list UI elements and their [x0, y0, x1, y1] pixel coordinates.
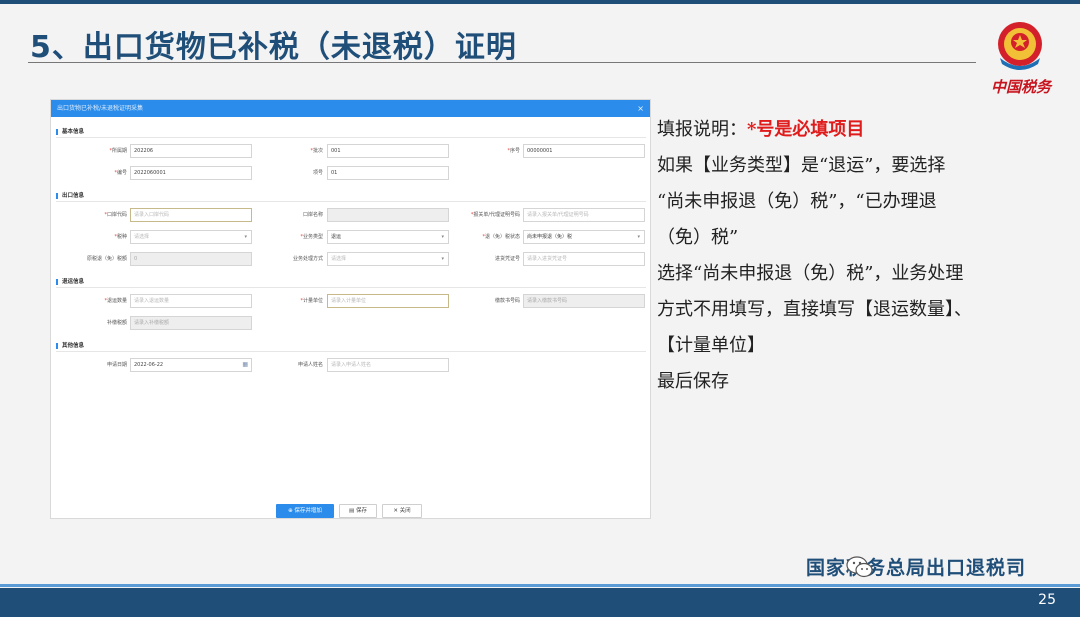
- refund-status-select[interactable]: 尚未申报退（免）税 ▾: [523, 230, 645, 244]
- orig-refund-input: 0: [130, 252, 252, 266]
- period-input[interactable]: 202206: [130, 144, 252, 158]
- handling-select[interactable]: 请选择 ▾: [327, 252, 449, 266]
- chevron-down-icon: ▾: [441, 234, 444, 240]
- applicant-input[interactable]: 请录入申请人姓名: [327, 358, 449, 372]
- tax-type-select[interactable]: 请选择 ▾: [130, 230, 252, 244]
- instruction-line: 如果【业务类型】是“退运”，要选择: [657, 155, 946, 176]
- instructions: 填报说明：*号是必填项目 如果【业务类型】是“退运”，要选择 “尚未申报退（免）…: [657, 112, 1057, 400]
- tax-emblem-icon: [998, 22, 1042, 70]
- close-icon[interactable]: ×: [637, 100, 644, 117]
- section-divider: [56, 287, 646, 288]
- port-code-label: *口岸代码: [104, 212, 127, 218]
- invoice-label: 进货凭证号: [494, 256, 520, 262]
- applicant-label: 申请人姓名: [297, 362, 323, 368]
- calendar-icon[interactable]: ▦: [242, 359, 248, 371]
- code-label: *编号: [114, 170, 127, 176]
- handling-label: 业务处理方式: [292, 256, 323, 262]
- section-divider: [56, 351, 646, 352]
- biz-type-label: *业务类型: [300, 234, 323, 240]
- supplement-input: 请录入补缴税额: [130, 316, 252, 330]
- close-button[interactable]: ✕ 关闭: [382, 504, 422, 518]
- instruction-line: 方式不用填写，直接填写【退运数量】、: [657, 299, 972, 320]
- port-name-label: 口岸名称: [302, 212, 323, 218]
- invoice-input[interactable]: 请录入进货凭证号: [523, 252, 645, 266]
- unit-label: *计量单位: [300, 298, 323, 304]
- supplement-label: 补缴税额: [106, 320, 127, 326]
- instruction-line: 最后保存: [657, 371, 729, 392]
- chevron-down-icon: ▾: [637, 234, 640, 240]
- emblem-text: 中国税务: [990, 78, 1051, 96]
- instruction-line: 选择“尚未申报退（免）税”，业务处理: [657, 263, 964, 284]
- chevron-down-icon: ▾: [441, 256, 444, 262]
- instruction-line: “尚未申报退（免）税”，“已办理退: [657, 191, 937, 212]
- biz-type-select[interactable]: 退运 ▾: [327, 230, 449, 244]
- apply-date-input[interactable]: 2022-06-22 ▦: [130, 358, 252, 372]
- refund-status-label: *退（免）税状态: [482, 234, 520, 240]
- unit-input[interactable]: 请录入计量单位: [327, 294, 449, 308]
- orig-refund-label: 原税退（免）税额: [86, 256, 127, 262]
- slide-title: 5、出口货物已补税（未退税）证明: [30, 30, 517, 65]
- instruction-line: 【计量单位】: [657, 335, 765, 356]
- bottom-accent: [0, 584, 1080, 587]
- port-code-input[interactable]: 请录入口岸代码: [130, 208, 252, 222]
- return-qty-input[interactable]: 请录入退运数量: [130, 294, 252, 308]
- top-accent-bar: [0, 0, 1080, 4]
- item-input[interactable]: 01: [327, 166, 449, 180]
- save-icon: ▤: [349, 508, 356, 514]
- instruction-line: 填报说明：*号是必填项目: [657, 119, 865, 140]
- dialog-title: 出口货物已补税/未退税证明采集: [57, 105, 144, 112]
- customs-no-input[interactable]: 请录入报关单/代理证明号码: [523, 208, 645, 222]
- code-input[interactable]: 2022060001: [130, 166, 252, 180]
- form-dialog: 出口货物已补税/未退税证明采集 × 基本信息 *所属期 202206 *批次 0…: [50, 99, 651, 519]
- seq-input[interactable]: 00000001: [523, 144, 645, 158]
- save-button[interactable]: ▤ 保存: [339, 504, 377, 518]
- item-label: 项号: [312, 170, 323, 176]
- certificate-input: 请录入缴款书号码: [523, 294, 645, 308]
- section-export: 出口信息: [56, 193, 84, 199]
- page-number: 25: [1038, 592, 1056, 608]
- return-qty-label: *退运数量: [104, 298, 127, 304]
- chevron-down-icon: ▾: [244, 234, 247, 240]
- save-add-button[interactable]: ⊕ 保存并增加: [276, 504, 334, 518]
- certificate-label: 缴款书号码: [494, 298, 520, 304]
- section-divider: [56, 201, 646, 202]
- seq-label: *序号: [507, 148, 520, 154]
- period-label: *所属期: [109, 148, 127, 154]
- bottom-bar: [0, 588, 1080, 617]
- port-name-input: [327, 208, 449, 222]
- batch-label: *批次: [310, 148, 323, 154]
- apply-date-label: 申请日期: [106, 362, 127, 368]
- tax-type-label: *税种: [114, 234, 127, 240]
- customs-no-label: *报关单/代理证明号码: [470, 212, 520, 218]
- section-other: 其他信息: [56, 343, 84, 349]
- title-divider: [28, 62, 976, 63]
- section-return: 退运信息: [56, 279, 84, 285]
- section-divider: [56, 137, 646, 138]
- dialog-header: 出口货物已补税/未退税证明采集 ×: [51, 100, 650, 117]
- instruction-line: （免）税”: [657, 227, 739, 248]
- footer-brand: 国家税务总局出口退税司: [806, 557, 1027, 579]
- section-basic: 基本信息: [56, 129, 84, 135]
- wechat-icon: [846, 556, 873, 578]
- batch-input[interactable]: 001: [327, 144, 449, 158]
